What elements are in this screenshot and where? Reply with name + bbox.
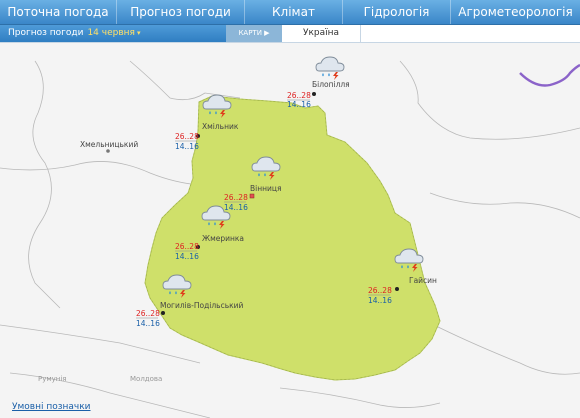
nav-weather-forecast[interactable]: Прогноз погоди [117,0,245,24]
temp-day-zhmerynka: 26..28 [175,242,199,251]
temp-night-khmilnyk: 14..16 [175,142,199,151]
nav-agrometeorology[interactable]: Агрометеорологія [451,0,580,24]
city-label-haisyn: Гайсин [409,276,437,285]
city-label-zhmerynka: Жмеринка [202,234,244,243]
country-label-romania: Румунія [38,375,67,383]
city-dot-khmelnytskyi [106,149,110,153]
city-label-bilopillia: Білопілля [312,80,350,89]
sub-navigation: Прогноз погоди 14 червня ▾ КАРТИ ▶ Україна [0,25,580,43]
play-arrow-icon: ▶ [261,29,270,37]
temp-night-zhmerynka: 14..16 [175,252,199,261]
nav-hydrology[interactable]: Гідрологія [343,0,451,24]
temp-day-bilopillia: 26..28 [287,91,311,100]
country-label-moldova: Молдова [130,375,162,383]
date-dropdown[interactable]: 14 червня [87,28,134,38]
temp-day-haisyn: 26..28 [368,286,392,295]
temp-night-mohyliv-podilskyi: 14..16 [136,319,160,328]
city-marker-vinnytsia[interactable] [249,193,255,199]
temp-day-vinnytsia: 26..28 [224,193,248,202]
city-label-mohyliv-podilskyi: Могилів-Подільський [160,301,244,310]
city-marker-bilopillia[interactable] [312,92,316,96]
forecast-date-selector[interactable]: Прогноз погоди 14 червня ▾ [0,25,226,42]
temp-night-bilopillia: 14..16 [287,100,311,109]
city-label-khmilnyk: Хмільник [202,122,239,131]
city-label-khmelnytskyi: Хмельницький [80,140,138,149]
main-navigation: Поточна погода Прогноз погоди Клімат Гід… [0,0,580,25]
legend-link[interactable]: Умовні позначки [12,402,91,412]
temp-day-khmilnyk: 26..28 [175,132,199,141]
maps-tab[interactable]: КАРТИ ▶ [226,25,282,42]
forecast-label: Прогноз погоди [8,28,84,38]
temp-day-mohyliv-podilskyi: 26..28 [136,309,160,318]
nav-climate[interactable]: Клімат [245,0,343,24]
nav-current-weather[interactable]: Поточна погода [0,0,117,24]
region-ukraine-tab[interactable]: Україна [282,25,361,42]
temp-night-haisyn: 14..16 [368,296,392,305]
chevron-down-icon[interactable]: ▾ [137,29,141,37]
city-marker-mohyliv-podilskyi[interactable] [161,311,165,315]
city-marker-haisyn[interactable] [395,287,399,291]
temp-night-vinnytsia: 14..16 [224,203,248,212]
forecast-map: Хмельницький Білопілля 26..28 14..16 Хмі… [0,43,580,418]
city-label-vinnytsia: Вінниця [250,184,282,193]
maps-label: КАРТИ [238,29,262,37]
